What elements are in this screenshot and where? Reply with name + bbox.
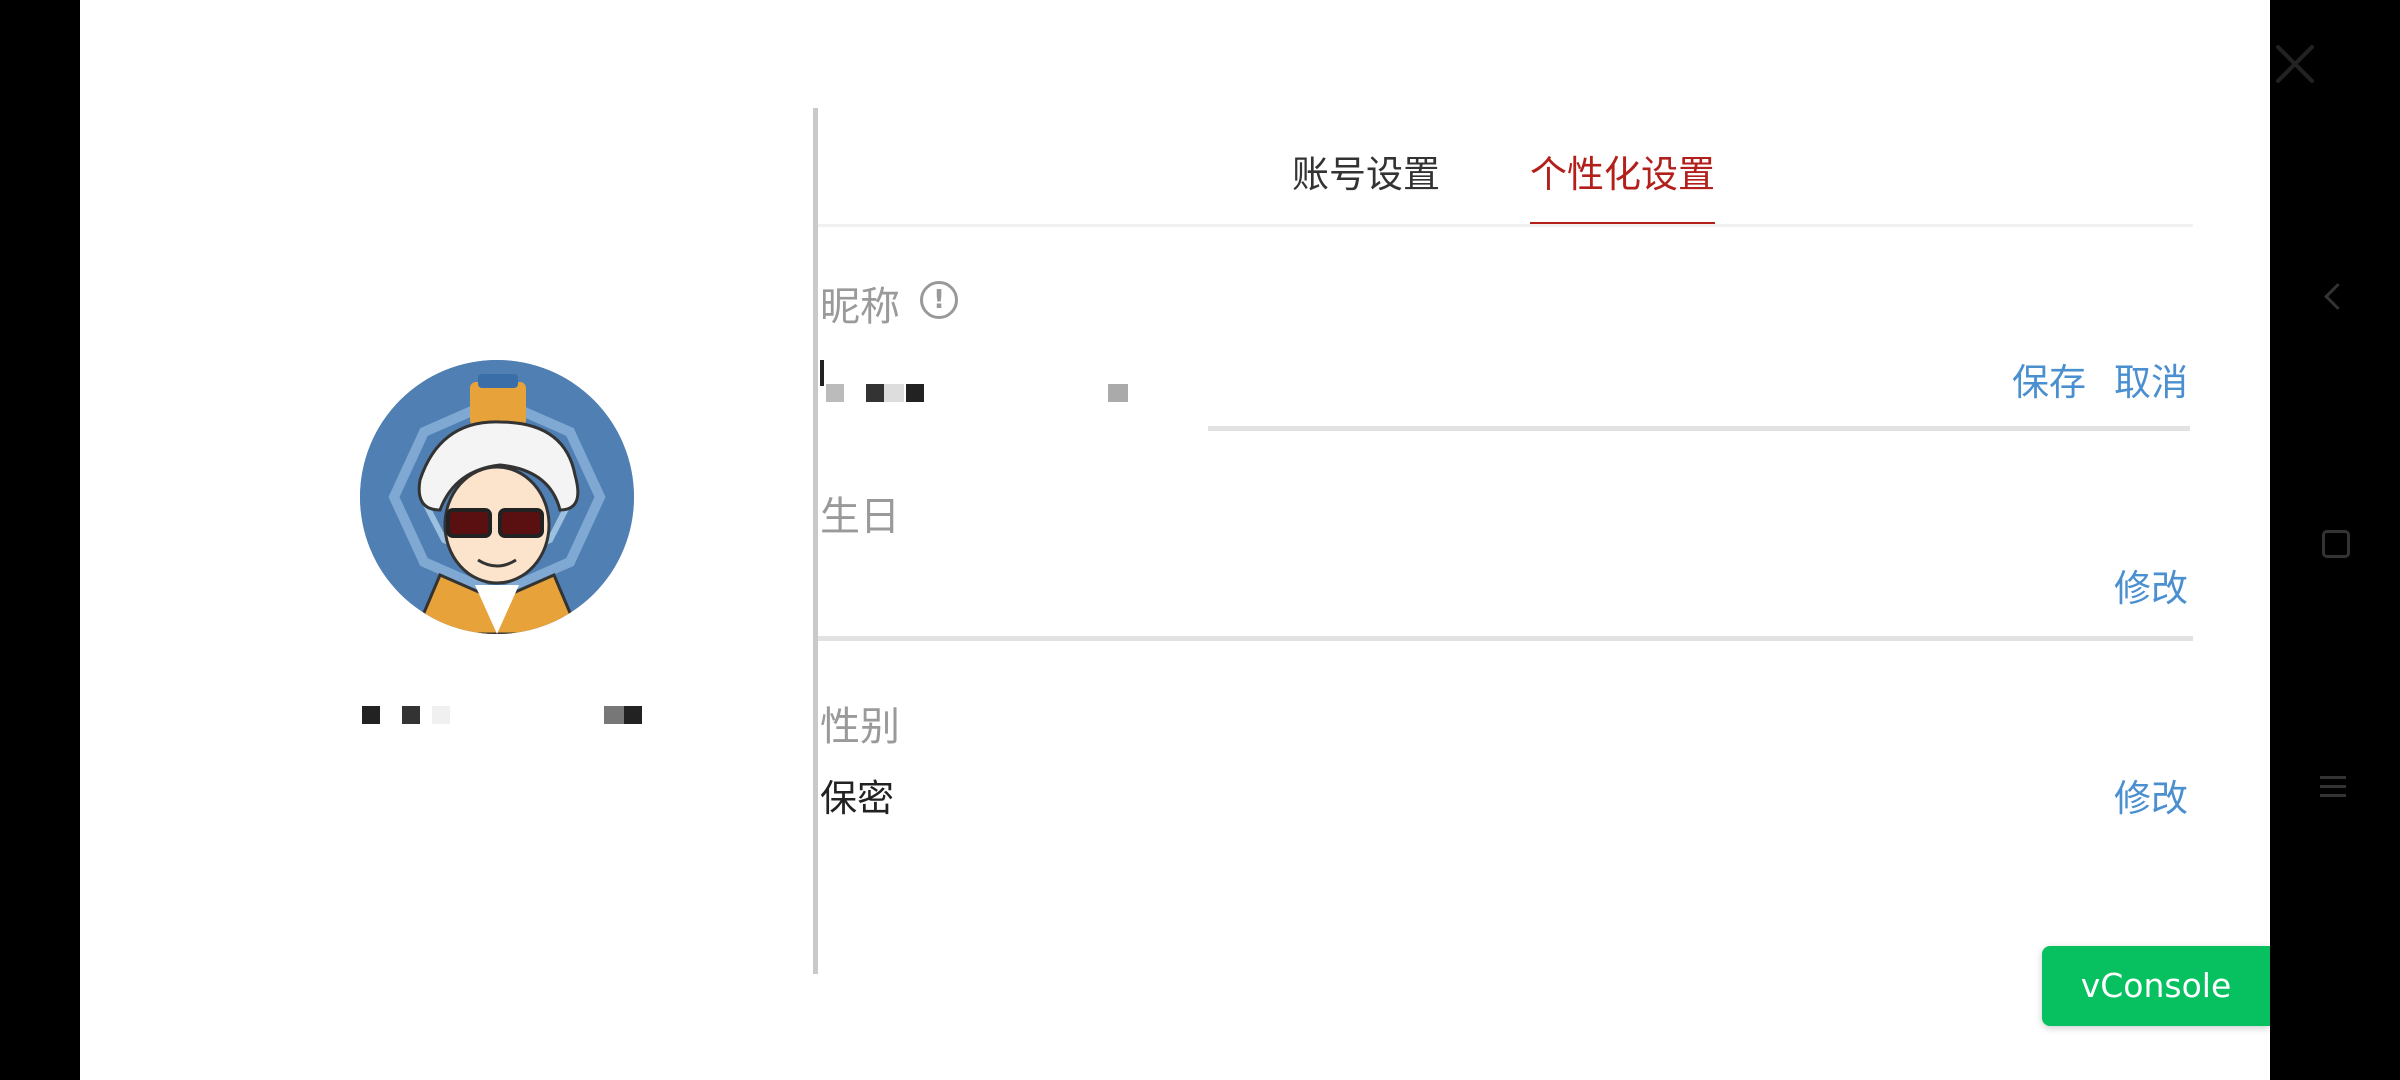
birthday-label: 生日 <box>820 494 900 540</box>
gender-label: 性别 <box>820 704 900 750</box>
back-icon[interactable] <box>2312 275 2356 319</box>
settings-tabs: 账号设置 个性化设置 <box>818 145 2193 227</box>
panel-divider <box>813 108 818 974</box>
vconsole-button[interactable]: vConsole <box>2042 946 2270 1026</box>
birthday-divider <box>818 636 2193 641</box>
close-icon[interactable] <box>2270 38 2320 88</box>
info-icon[interactable]: ! <box>920 281 958 319</box>
username-masked <box>360 704 650 726</box>
cancel-nickname-button[interactable]: 取消 <box>2114 352 2188 406</box>
screen: 账号设置 个性化设置 昵称 ! 保存 取消 生日 修改 性别 保密 修改 vCo… <box>0 0 2400 1080</box>
tab-account-settings-label: 账号设置 <box>1292 153 1440 196</box>
edit-gender-button[interactable]: 修改 <box>2114 768 2188 822</box>
gender-value: 保密 <box>820 777 894 820</box>
tabs-divider <box>818 224 2193 227</box>
nickname-label: 昵称 <box>820 284 900 330</box>
tab-account-settings[interactable]: 账号设置 <box>1292 145 1440 227</box>
avatar-image <box>360 360 634 634</box>
home-icon[interactable] <box>2312 520 2356 564</box>
nickname-value-masked <box>820 360 1200 402</box>
edit-birthday-button[interactable]: 修改 <box>2114 558 2188 612</box>
avatar[interactable] <box>360 360 634 634</box>
save-nickname-button[interactable]: 保存 <box>2012 352 2086 406</box>
tab-personalization-settings[interactable]: 个性化设置 <box>1530 145 1715 227</box>
tab-personalization-settings-label: 个性化设置 <box>1530 153 1715 196</box>
nickname-underline <box>1208 426 2190 431</box>
menu-icon[interactable] <box>2312 766 2356 810</box>
